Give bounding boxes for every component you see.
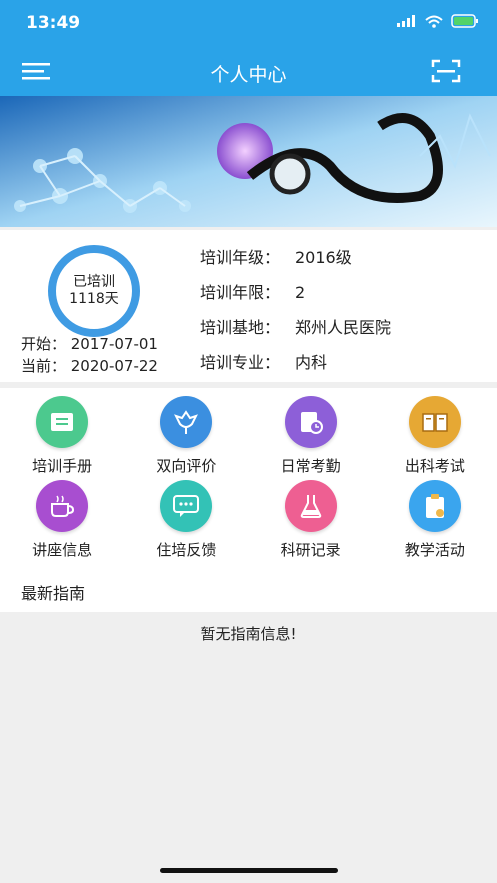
scan-icon[interactable] <box>431 58 461 84</box>
exam-book-icon <box>408 396 461 448</box>
menu-label: 讲座信息 <box>32 541 93 559</box>
chat-bubble-icon <box>160 480 213 532</box>
menu-item-feedback[interactable]: 住培反馈 <box>124 480 248 564</box>
flask-icon <box>284 480 337 532</box>
field-label: 培训基地： <box>200 318 281 337</box>
menu-item-evaluation[interactable]: 双向评价 <box>124 396 248 480</box>
status-time: 13:49 <box>26 13 81 33</box>
field-label: 培训年级： <box>200 248 281 267</box>
guide-section-title: 最新指南 <box>0 575 497 612</box>
training-fields: 培训年级： 2016级 培训年限： 2 培训基地： 郑州人民医院 培训专业： 内科 <box>200 240 391 380</box>
field-years: 培训年限： 2 <box>200 275 391 310</box>
function-grid: 培训手册 双向评价 日常考勤 出科考试 讲座信息 住培反馈 科研记录 教学活动 <box>0 388 497 576</box>
trained-label: 已培训 <box>73 274 115 290</box>
menu-item-research[interactable]: 科研记录 <box>249 480 373 564</box>
menu-label: 住培反馈 <box>156 541 217 559</box>
menu-label: 日常考勤 <box>280 457 341 475</box>
menu-label: 双向评价 <box>156 457 217 475</box>
current-date: 当前： 2020-07-22 <box>21 357 158 375</box>
field-label: 培训年限： <box>200 283 281 302</box>
date-info: 开始： 2017-07-01 当前： 2020-07-22 <box>21 333 158 377</box>
training-days-ring: 已培训 1118天 <box>48 245 140 337</box>
trainee-info-card: 已培训 1118天 开始： 2017-07-01 当前： 2020-07-22 … <box>0 230 497 382</box>
field-value: 内科 <box>295 353 328 372</box>
home-indicator[interactable] <box>160 868 338 873</box>
field-major: 培训专业： 内科 <box>200 345 391 380</box>
flower-icon <box>160 396 213 448</box>
field-value: 2016级 <box>295 248 352 267</box>
guide-empty-message: 暂无指南信息! <box>200 625 297 643</box>
menu-item-attendance[interactable]: 日常考勤 <box>249 396 373 480</box>
menu-label: 培训手册 <box>32 457 93 475</box>
field-label: 培训专业： <box>200 353 281 372</box>
banner-image <box>0 96 497 227</box>
menu-item-handbook[interactable]: 培训手册 <box>0 396 124 480</box>
start-date: 开始： 2017-07-01 <box>21 335 158 353</box>
trained-days: 1118天 <box>69 291 119 307</box>
menu-item-exam[interactable]: 出科考试 <box>373 396 497 480</box>
field-value: 郑州人民医院 <box>295 318 392 337</box>
status-icons <box>397 14 479 28</box>
header: 13:49 个人中心 <box>0 0 497 96</box>
clipboard-icon <box>408 480 461 532</box>
handbook-icon <box>36 396 89 448</box>
menu-label: 出科考试 <box>404 457 465 475</box>
field-base: 培训基地： 郑州人民医院 <box>200 310 391 345</box>
page-title: 个人中心 <box>210 64 287 86</box>
field-grade: 培训年级： 2016级 <box>200 240 391 275</box>
menu-item-teaching[interactable]: 教学活动 <box>373 480 497 564</box>
menu-label: 教学活动 <box>404 541 465 559</box>
field-value: 2 <box>295 283 306 302</box>
battery-icon <box>451 14 478 28</box>
menu-label: 科研记录 <box>280 541 341 559</box>
wifi-icon <box>425 15 443 28</box>
menu-item-lectures[interactable]: 讲座信息 <box>0 480 124 564</box>
attendance-icon <box>284 396 337 448</box>
signal-icon <box>397 15 415 27</box>
coffee-cup-icon <box>36 480 89 532</box>
